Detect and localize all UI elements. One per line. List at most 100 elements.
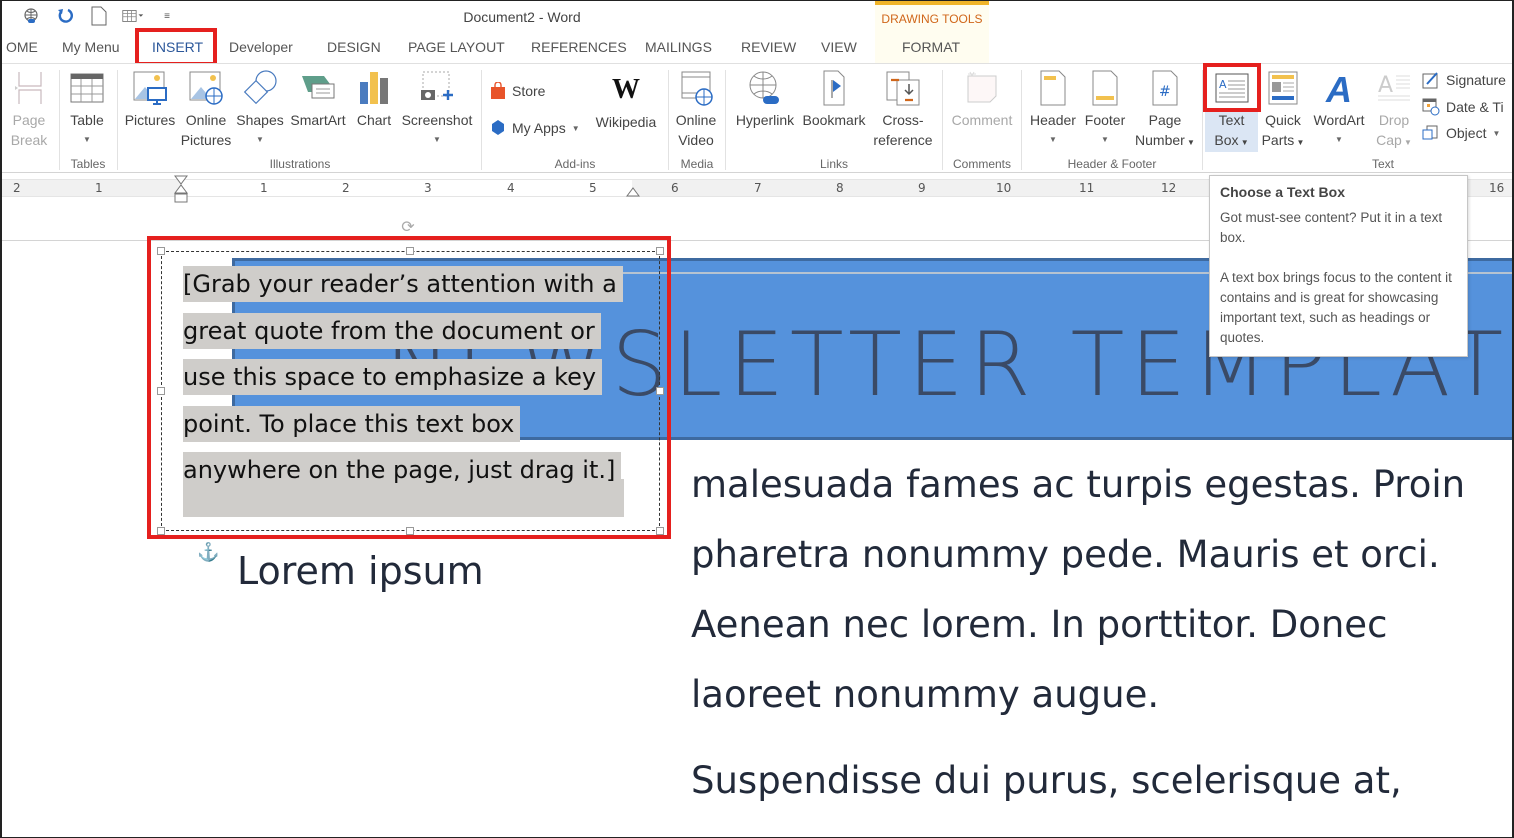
body-line: malesuada fames ac turpis egestas. Proin: [691, 463, 1466, 506]
drawing-tools-label: DRAWING TOOLS: [881, 12, 983, 26]
online-video-label-1: Online: [675, 112, 717, 128]
my-apps-label: My Apps: [512, 120, 566, 136]
separator: [942, 70, 943, 170]
online-video-button[interactable]: Online Video: [672, 70, 720, 150]
comment-label: Comment: [951, 112, 1013, 128]
wikipedia-button[interactable]: W Wikipedia: [591, 72, 661, 132]
dropdown-caret-icon: ▼: [1492, 128, 1501, 138]
text-box-button[interactable]: A Text Box ▼: [1205, 70, 1258, 153]
quick-parts-button[interactable]: Quick Parts ▼: [1258, 70, 1308, 153]
ruler-label: 5: [589, 181, 597, 195]
wordart-label: WordArt: [1313, 112, 1365, 128]
chart-button[interactable]: Chart: [352, 70, 396, 130]
resize-handle[interactable]: [656, 247, 664, 255]
drop-cap-button[interactable]: A Drop Cap ▼: [1370, 70, 1418, 153]
ruler-label: 1: [260, 181, 268, 195]
ruler-label: 3: [424, 181, 432, 195]
text-box-line: [Grab your reader’s attention with a: [183, 266, 623, 302]
dropdown-caret-icon: ▼: [1335, 135, 1343, 144]
page-break-label-1: Page: [12, 112, 46, 128]
text-box-line: anywhere on the page, just drag it.]: [183, 452, 622, 488]
smartart-icon: [302, 76, 335, 99]
rotate-handle-icon[interactable]: ⟳: [399, 219, 417, 237]
ribbon-tabs: OME My Menu INSERT Developer DESIGN PAGE…: [2, 33, 1512, 63]
signature-label: Signature: [1446, 72, 1506, 88]
date-time-button[interactable]: Date & Ti: [1422, 96, 1504, 118]
tab-view[interactable]: VIEW: [817, 37, 861, 61]
text-box-line: use this space to emphasize a key: [183, 359, 603, 395]
separator: [117, 70, 118, 170]
resize-handle[interactable]: [406, 527, 414, 535]
screenshot-button[interactable]: Screenshot ▼: [400, 70, 474, 150]
dropdown-caret-icon: ▼: [1184, 138, 1195, 147]
pictures-icon: [133, 71, 167, 105]
wordart-button[interactable]: A WordArt ▼: [1308, 70, 1370, 150]
tab-mailings[interactable]: MAILINGS: [641, 37, 716, 61]
tab-review[interactable]: REVIEW: [737, 37, 800, 61]
drop-cap-label-1: Drop: [1378, 112, 1410, 128]
shapes-button[interactable]: Shapes ▼: [234, 70, 286, 150]
footer-button[interactable]: Footer ▼: [1080, 70, 1130, 150]
pictures-button[interactable]: Pictures: [122, 70, 178, 130]
store-icon: [491, 82, 505, 99]
tab-home[interactable]: OME: [2, 37, 42, 61]
resize-handle[interactable]: [157, 387, 165, 395]
resize-handle[interactable]: [406, 247, 414, 255]
tab-format[interactable]: FORMAT: [898, 37, 964, 61]
comment-button[interactable]: Comment: [946, 70, 1018, 130]
body-line: laoreet nonummy augue.: [691, 673, 1160, 716]
online-video-icon: [681, 71, 713, 106]
table-button[interactable]: Table ▼: [64, 70, 110, 150]
ruler-label: 12: [1161, 181, 1177, 195]
online-pictures-button[interactable]: Online Pictures: [180, 70, 232, 150]
text-box-content[interactable]: [Grab your reader’s attention with a gre…: [183, 261, 643, 494]
drop-cap-label-2: Cap: [1376, 132, 1402, 148]
store-label: Store: [512, 83, 546, 99]
resize-handle[interactable]: [656, 387, 664, 395]
resize-handle[interactable]: [656, 527, 664, 535]
page-break-button[interactable]: Page Break: [6, 70, 52, 150]
chart-icon: [360, 72, 388, 104]
anchor-icon[interactable]: ⚓: [197, 542, 219, 563]
resize-handle[interactable]: [157, 527, 165, 535]
online-pictures-label-1: Online: [185, 112, 227, 128]
tab-references[interactable]: REFERENCES: [527, 37, 631, 61]
tab-page-layout[interactable]: PAGE LAYOUT: [404, 37, 509, 61]
smartart-button[interactable]: SmartArt: [286, 70, 350, 130]
wordart-icon: A: [1326, 69, 1352, 110]
ruler-label: 11: [1079, 181, 1095, 195]
my-apps-button[interactable]: My Apps ▼: [490, 117, 580, 139]
tab-developer[interactable]: Developer: [225, 37, 297, 61]
cross-reference-button[interactable]: Cross- reference: [870, 70, 936, 150]
bookmark-label: Bookmark: [802, 112, 866, 128]
dropdown-caret-icon: ▼: [83, 135, 91, 144]
hyperlink-button[interactable]: Hyperlink: [732, 70, 798, 130]
hyperlink-label: Hyperlink: [735, 112, 795, 128]
page-number-label-1: Page: [1148, 112, 1182, 128]
object-icon: [1422, 125, 1438, 140]
ruler-label: 9: [918, 181, 926, 195]
footer-icon: [1092, 70, 1118, 106]
indent-marker-icon[interactable]: [174, 175, 188, 203]
svg-text:#: #: [1159, 84, 1171, 100]
header-button[interactable]: Header ▼: [1026, 70, 1080, 150]
object-button[interactable]: Object ▼: [1422, 122, 1500, 144]
quick-parts-icon: [1268, 71, 1298, 105]
ruler-label: 6: [671, 181, 679, 195]
tab-my-menu[interactable]: My Menu: [58, 37, 124, 61]
store-button[interactable]: Store: [490, 80, 545, 102]
group-label-addins: Add-ins: [554, 157, 596, 171]
tab-insert[interactable]: INSERT: [148, 37, 207, 61]
signature-line-button[interactable]: Signature: [1422, 69, 1506, 91]
ruler-label: 10: [996, 181, 1012, 195]
group-label-media: Media: [680, 157, 714, 171]
svg-text:A: A: [1219, 78, 1227, 91]
right-indent-marker-icon[interactable]: [626, 185, 640, 197]
page-number-button[interactable]: # Page Number ▼: [1130, 70, 1200, 153]
tab-design[interactable]: DESIGN: [323, 37, 385, 61]
resize-handle[interactable]: [157, 247, 165, 255]
bookmark-icon: [823, 70, 845, 106]
bookmark-button[interactable]: Bookmark: [800, 70, 868, 130]
ribbon: Page Break Table ▼ Tables Pictures Onlin…: [2, 63, 1512, 173]
section-heading: Lorem ipsum: [237, 549, 484, 593]
